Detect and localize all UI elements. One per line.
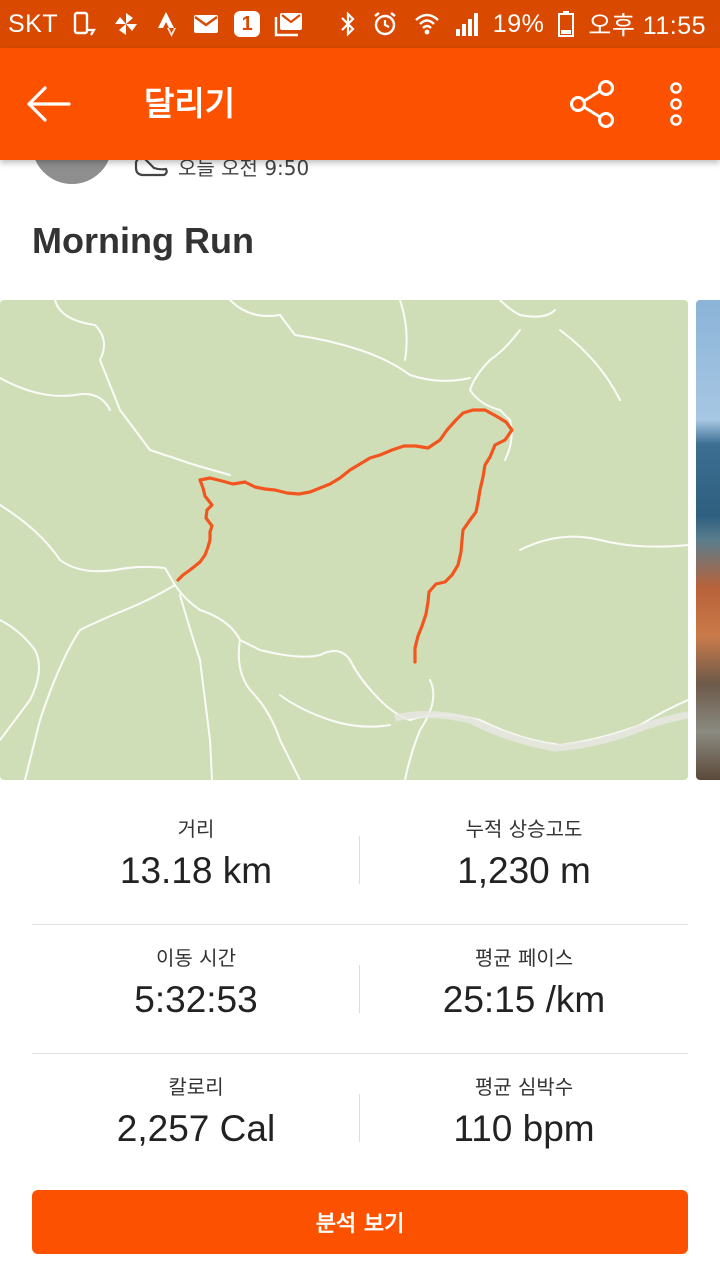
carrier-label: SKT	[8, 9, 59, 38]
stat-distance: 거리 13.18 km	[32, 796, 360, 925]
activity-title: Morning Run	[32, 220, 254, 261]
stat-avg-pace: 평균 페이스 25:15 /km	[360, 925, 688, 1054]
clock: 오후 11:55	[588, 12, 706, 40]
share-icon	[570, 80, 614, 128]
pinwheel-icon	[112, 9, 140, 39]
arrow-left-icon	[27, 86, 71, 122]
route-map[interactable]	[0, 300, 688, 780]
battery-percent: 19%	[492, 9, 545, 38]
status-left: SKT 1	[8, 9, 304, 39]
strava-logo-icon	[154, 9, 178, 39]
stat-value: 13.18 km	[119, 850, 273, 891]
stat-row: 거리 13.18 km 누적 상승고도 1,230 m	[32, 796, 688, 925]
stat-row: 칼로리 2,257 Cal 평균 심박수 110 bpm	[32, 1054, 688, 1183]
stat-moving-time: 이동 시간 5:32:53	[32, 925, 360, 1054]
stat-calories: 칼로리 2,257 Cal	[32, 1054, 360, 1183]
status-right: 19% 오후 11:55	[339, 6, 706, 42]
stat-label: 평균 페이스	[474, 946, 574, 970]
stat-value: 1,230 m	[457, 850, 591, 891]
stat-label: 이동 시간	[156, 946, 236, 970]
stats-panel: 거리 13.18 km 누적 상승고도 1,230 m 이동 시간 5:32:5…	[32, 796, 688, 1183]
stat-elevation-gain: 누적 상승고도 1,230 m	[360, 796, 688, 925]
stat-label: 칼로리	[168, 1075, 224, 1099]
page-title: 달리기	[144, 84, 236, 123]
alarm-icon	[371, 9, 399, 39]
stat-row: 이동 시간 5:32:53 평균 페이스 25:15 /km	[32, 925, 688, 1054]
stat-value: 25:15 /km	[442, 979, 606, 1020]
stat-label: 거리	[177, 817, 215, 841]
wifi-icon	[413, 9, 441, 39]
stat-avg-heart-rate: 평균 심박수 110 bpm	[360, 1054, 688, 1183]
more-vertical-icon	[670, 82, 682, 126]
bluetooth-icon	[339, 9, 357, 39]
map-roads	[0, 300, 688, 780]
gallery-mail-icon	[274, 9, 304, 39]
stat-value: 5:32:53	[134, 979, 258, 1020]
stat-value: 110 bpm	[453, 1108, 595, 1149]
mail-icon	[192, 9, 220, 39]
map-canvas	[0, 300, 688, 780]
more-options-button[interactable]	[656, 78, 696, 130]
battery-icon	[558, 9, 575, 39]
share-button[interactable]	[564, 78, 620, 130]
back-button[interactable]	[20, 78, 76, 130]
screen-rotate-icon	[72, 9, 98, 39]
signal-icon	[455, 9, 479, 39]
river-path	[394, 710, 688, 752]
stat-value: 2,257 Cal	[116, 1108, 276, 1149]
notification-count-icon: 1	[234, 11, 261, 37]
stat-label: 누적 상승고도	[465, 817, 583, 841]
activity-photo[interactable]	[696, 300, 720, 780]
view-analysis-button[interactable]: 분석 보기	[32, 1190, 688, 1254]
stat-label: 평균 심박수	[474, 1075, 574, 1099]
app-bar: 달리기	[0, 48, 720, 160]
status-bar: SKT 1 19% 오후 11:55	[0, 0, 720, 48]
